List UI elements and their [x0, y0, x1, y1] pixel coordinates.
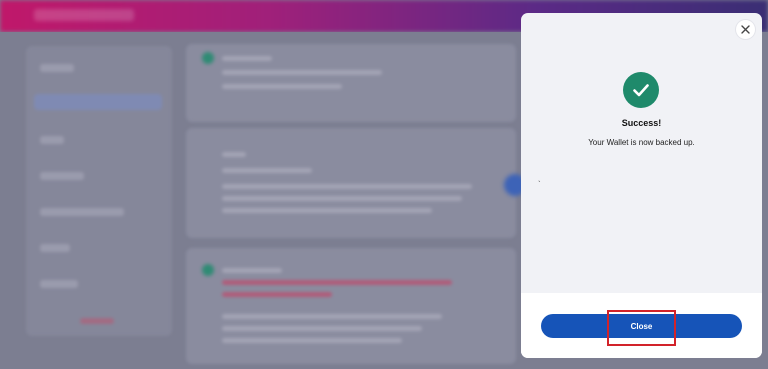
modal-title: Success! [621, 118, 662, 128]
success-modal: Success! Your Wallet is now backed up. `… [521, 13, 762, 358]
content-card [186, 248, 516, 364]
checkmark-icon [623, 72, 659, 108]
stray-mark: ` [538, 180, 541, 189]
app-logo [34, 9, 134, 21]
content-card [186, 128, 526, 238]
sidebar [26, 46, 172, 336]
close-icon[interactable] [736, 20, 755, 39]
content-card [186, 44, 516, 122]
modal-message: Your Wallet is now backed up. [588, 138, 695, 147]
highlight-box [607, 310, 676, 346]
